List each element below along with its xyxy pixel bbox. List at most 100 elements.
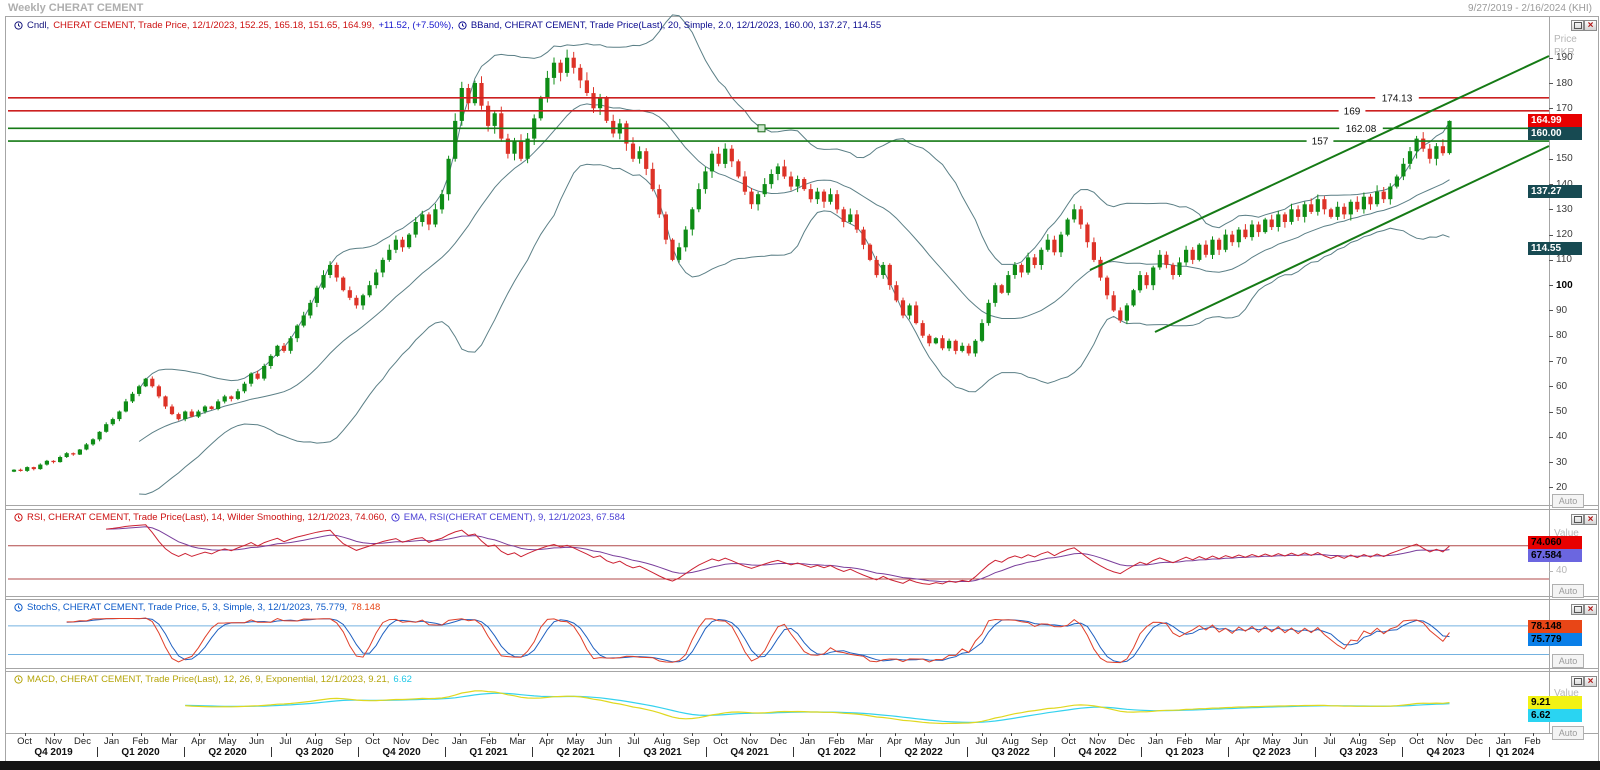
trendline[interactable]: [1090, 56, 1549, 270]
price-badge: 74.060: [1528, 536, 1582, 549]
month-label: Aug: [1002, 736, 1019, 747]
axis-tick: [1549, 209, 1553, 210]
rsi-minimize-button[interactable]: [1571, 514, 1584, 525]
border-right: [1598, 16, 1599, 761]
axis-tick-label: 130: [1556, 204, 1573, 215]
axis-tick: [1549, 285, 1553, 286]
svg-text:162.08: 162.08: [1346, 124, 1377, 135]
macd-minimize-button[interactable]: [1571, 676, 1584, 687]
month-label: Apr: [887, 736, 902, 747]
close-icon: ×: [1588, 21, 1594, 30]
price-badge: 9.21: [1528, 696, 1582, 709]
quarter-label: Q1 2021: [469, 747, 507, 758]
stoch-close-button[interactable]: ×: [1584, 604, 1597, 615]
quarter-label: Q4 2019: [34, 747, 72, 758]
axis-tick-label: 40: [1556, 565, 1567, 576]
month-label: Aug: [654, 736, 671, 747]
month-label: Jan: [452, 736, 467, 747]
border-left: [5, 16, 6, 761]
price-badge: 67.584: [1528, 549, 1582, 562]
rsi-close-button[interactable]: ×: [1584, 514, 1597, 525]
quarter-separator: [358, 747, 359, 757]
macd-legend[interactable]: MACD, CHERAT CEMENT, Trade Price(Last), …: [14, 674, 414, 685]
price-level-line[interactable]: 169: [8, 105, 1549, 118]
period-icon: [14, 513, 23, 522]
quarter-label: Q3 2020: [295, 747, 333, 758]
month-label: Jan: [1148, 736, 1163, 747]
macd-auto-button[interactable]: Auto: [1552, 726, 1584, 740]
legend-text: 78.148: [351, 602, 380, 613]
month-label: Dec: [1118, 736, 1135, 747]
month-label: Oct: [17, 736, 32, 747]
bollinger-bands: [139, 15, 1449, 495]
period-icon: [14, 21, 23, 30]
quarter-separator: [532, 747, 533, 757]
drawing-handle[interactable]: [758, 125, 765, 132]
axis-tick-label: 190: [1556, 52, 1573, 63]
month-label: Nov: [45, 736, 62, 747]
main-minimize-button[interactable]: [1571, 20, 1584, 31]
minimize-icon: [1574, 22, 1582, 29]
month-label: Nov: [1089, 736, 1106, 747]
axis-tick-label: 80: [1556, 330, 1567, 341]
main-auto-button[interactable]: Auto: [1552, 494, 1584, 508]
quarter-separator: [1228, 747, 1229, 757]
month-label: Jul: [1323, 736, 1335, 747]
month-label: Jun: [597, 736, 612, 747]
quarter-separator: [271, 747, 272, 757]
date-range: 9/27/2019 - 2/16/2024 (KHI): [1468, 3, 1592, 14]
month-label: Jul: [975, 736, 987, 747]
month-label: Mar: [857, 736, 873, 747]
macd-close-button[interactable]: ×: [1584, 676, 1597, 687]
quarter-separator: [1054, 747, 1055, 757]
stoch-legend[interactable]: StochS, CHERAT CEMENT, Trade Price, 5, 3…: [14, 602, 382, 613]
legend-text: StochS, CHERAT CEMENT, Trade Price, 5, 3…: [27, 602, 347, 613]
trendline[interactable]: [1155, 146, 1549, 332]
month-label: Mar: [509, 736, 525, 747]
quarter-separator: [184, 747, 185, 757]
month-label: May: [567, 736, 585, 747]
chart-window: Weekly CHERAT CEMENT 9/27/2019 - 2/16/20…: [0, 0, 1600, 770]
period-icon: [14, 603, 23, 612]
legend-text: Cndl,: [27, 20, 49, 31]
stoch-auto-button[interactable]: Auto: [1552, 654, 1584, 668]
quarter-separator: [1489, 747, 1490, 757]
main-legend[interactable]: Cndl, CHERAT CEMENT, Trade Price, 12/1/2…: [14, 20, 883, 31]
month-label: May: [219, 736, 237, 747]
axis-tick-label: 120: [1556, 229, 1573, 240]
period-icon: [458, 21, 467, 30]
axis-tick: [1549, 310, 1553, 311]
stoch-minimize-button[interactable]: [1571, 604, 1584, 615]
price-axis-title: Price: [1554, 34, 1577, 45]
close-icon: ×: [1588, 515, 1594, 524]
month-label: Dec: [770, 736, 787, 747]
axis-tick: [1549, 336, 1553, 337]
period-icon: [14, 675, 23, 684]
quarter-label: Q3 2022: [991, 747, 1029, 758]
month-label: Oct: [1061, 736, 1076, 747]
month-label: Apr: [1235, 736, 1250, 747]
price-level-line[interactable]: 157: [8, 135, 1549, 148]
quarter-label: Q4 2021: [730, 747, 768, 758]
month-label: Nov: [741, 736, 758, 747]
month-label: Dec: [1466, 736, 1483, 747]
month-label: May: [1263, 736, 1281, 747]
quarter-label: Q2 2023: [1252, 747, 1290, 758]
minimize-icon: [1574, 606, 1582, 613]
minimize-icon: [1574, 516, 1582, 523]
price-level-line[interactable]: 162.08: [8, 122, 1549, 135]
legend-text: BBand, CHERAT CEMENT, Trade Price(Last),…: [471, 20, 881, 31]
quarter-separator: [445, 747, 446, 757]
axis-tick-label: 180: [1556, 78, 1573, 89]
axis-tick: [1549, 58, 1553, 59]
quarter-label: Q4 2022: [1078, 747, 1116, 758]
month-label: Jun: [1293, 736, 1308, 747]
legend-text: RSI, CHERAT CEMENT, Trade Price(Last), 1…: [27, 512, 387, 523]
rsi-legend[interactable]: RSI, CHERAT CEMENT, Trade Price(Last), 1…: [14, 512, 627, 523]
legend-text: CHERAT CEMENT, Trade Price, 12/1/2023, 1…: [53, 20, 374, 31]
main-close-button[interactable]: ×: [1584, 20, 1597, 31]
price-level-line[interactable]: 174.13: [8, 92, 1549, 105]
month-label: Feb: [132, 736, 148, 747]
rsi-auto-button[interactable]: Auto: [1552, 584, 1584, 598]
month-label: Feb: [1524, 736, 1540, 747]
